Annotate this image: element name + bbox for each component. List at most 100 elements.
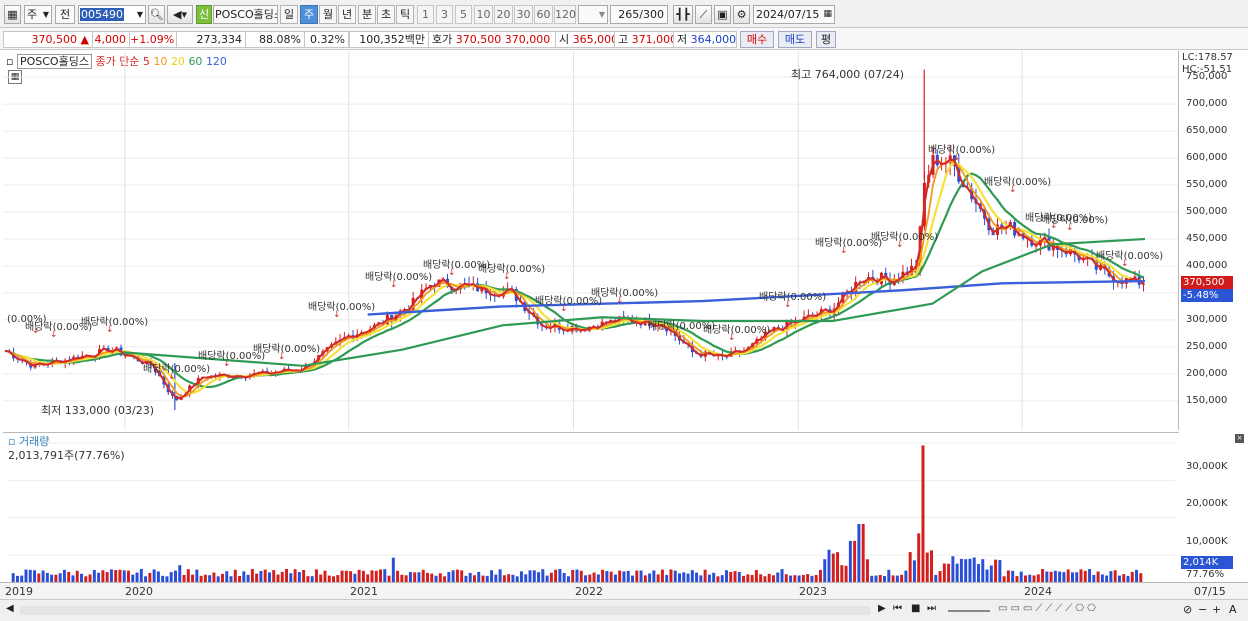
buy-button[interactable]: 매수 bbox=[740, 31, 774, 48]
period-week[interactable]: 주 bbox=[300, 5, 318, 24]
volume-bar bbox=[494, 574, 498, 582]
volume-bar bbox=[455, 569, 459, 582]
volume-bar bbox=[426, 572, 429, 582]
window-menu-icon[interactable]: ▦ bbox=[4, 5, 21, 24]
volume-bar bbox=[178, 565, 182, 582]
current-pct-tag: -5.48% bbox=[1181, 289, 1233, 302]
volume-bar bbox=[109, 569, 113, 582]
interval-30[interactable]: 30 bbox=[514, 5, 533, 24]
volume-bar bbox=[267, 572, 271, 582]
volume-bar bbox=[114, 570, 118, 582]
interval-5[interactable]: 5 bbox=[455, 5, 472, 24]
tool-icons[interactable]: ▭▭▭⟋⟋⟋⟋⎔⎔ bbox=[998, 603, 1099, 614]
zoom-out-icon[interactable]: ⊘ bbox=[1183, 603, 1192, 616]
volume-ratio: 88.08% bbox=[245, 31, 305, 48]
date-field[interactable]: 2024/07/15 ▦ bbox=[753, 5, 835, 24]
volume-bar bbox=[255, 573, 259, 582]
volume-bar bbox=[67, 571, 71, 582]
volume-bar bbox=[904, 570, 908, 582]
volume-bar bbox=[413, 572, 417, 582]
dividend-arrow-icon: ↓ bbox=[390, 280, 398, 290]
interval-60[interactable]: 60 bbox=[534, 5, 553, 24]
sell-button[interactable]: 매도 bbox=[778, 31, 812, 48]
close-icon[interactable]: × bbox=[1235, 434, 1244, 443]
period-second[interactable]: 초 bbox=[377, 5, 395, 24]
interval-3[interactable]: 3 bbox=[436, 5, 453, 24]
volume-chart[interactable] bbox=[3, 432, 1179, 582]
interval-120[interactable]: 120 bbox=[554, 5, 576, 24]
eval-button[interactable]: 평 bbox=[816, 31, 836, 48]
interval-1[interactable]: 1 bbox=[417, 5, 434, 24]
volume-bar bbox=[58, 573, 62, 582]
volume-bar bbox=[848, 540, 852, 582]
volume-bar bbox=[502, 575, 506, 582]
volume-bar bbox=[955, 563, 959, 582]
stop-icon[interactable]: ■ bbox=[911, 603, 920, 614]
save-icon[interactable]: ▣ bbox=[714, 5, 731, 24]
volume-bar bbox=[24, 569, 28, 582]
count-field[interactable]: 265/300 bbox=[610, 5, 668, 24]
gear-icon[interactable]: ⚙ bbox=[733, 5, 750, 24]
period-minute[interactable]: 분 bbox=[358, 5, 376, 24]
volume-bar bbox=[1083, 570, 1087, 582]
interval-20[interactable]: 20 bbox=[494, 5, 513, 24]
volume-bar bbox=[947, 563, 951, 582]
quote-row: 370,500 ▲ 4,000 +1.09% 273,334 88.08% 0.… bbox=[0, 28, 1248, 50]
font-size-icon[interactable]: A bbox=[1229, 603, 1237, 616]
minus-icon[interactable]: − bbox=[1198, 603, 1207, 616]
volume-bar bbox=[648, 573, 652, 582]
volume-bar bbox=[857, 524, 861, 582]
change-percent: +1.09% bbox=[129, 31, 177, 48]
volume-bar bbox=[737, 571, 741, 582]
scroll-left-icon[interactable]: ◀ bbox=[6, 603, 14, 614]
rewind-icon[interactable]: ⏮ bbox=[893, 603, 902, 614]
dividend-label: 배당락(0.00%) bbox=[143, 364, 211, 375]
volume-bar bbox=[712, 572, 716, 582]
volume-bar bbox=[725, 570, 728, 582]
period-month[interactable]: 월 bbox=[319, 5, 337, 24]
scrollbar-track[interactable] bbox=[20, 606, 870, 615]
draw-tool-icon[interactable]: ⟋ bbox=[695, 5, 712, 24]
dividend-label: 배당락(0.00%) bbox=[703, 325, 771, 336]
volume-bar bbox=[754, 570, 758, 582]
volume-bar bbox=[408, 572, 412, 582]
search-icon[interactable]: 🔍︎ bbox=[148, 5, 165, 24]
forward-icon[interactable]: ⏭ bbox=[927, 603, 936, 614]
volume-cell: 273,334 bbox=[176, 31, 246, 48]
volume-bar bbox=[1096, 571, 1100, 582]
volume-bar bbox=[925, 552, 929, 582]
candle-type-icon[interactable]: ┫┣ bbox=[673, 5, 693, 24]
volume-bar bbox=[575, 569, 579, 582]
calendar-icon[interactable]: ▦ bbox=[823, 6, 832, 23]
volume-bar bbox=[1113, 570, 1117, 582]
speaker-icon[interactable]: ◀▾ bbox=[167, 5, 193, 24]
volume-bar bbox=[88, 574, 92, 582]
scroll-right-icon[interactable]: ▶ bbox=[878, 603, 886, 614]
interval-select[interactable]: ▼ bbox=[578, 5, 608, 24]
prev-button[interactable]: 전 bbox=[55, 5, 75, 24]
vol-tick-30000k: 30,000K bbox=[1186, 461, 1228, 472]
period-year[interactable]: 년 bbox=[338, 5, 356, 24]
volume-bar bbox=[827, 549, 831, 582]
market-select[interactable]: 주 ▼ bbox=[24, 5, 52, 24]
volume-bar bbox=[289, 573, 293, 582]
volume-bar bbox=[212, 572, 216, 582]
price-tick: 450,000 bbox=[1186, 233, 1228, 244]
volume-bar bbox=[37, 573, 41, 582]
volume-bar bbox=[173, 570, 177, 582]
volume-bar bbox=[549, 572, 553, 582]
interval-10[interactable]: 10 bbox=[474, 5, 493, 24]
stock-name-field[interactable]: POSCO홀딩스 bbox=[213, 5, 278, 24]
volume-bar bbox=[11, 573, 15, 582]
stock-code-input[interactable]: 005490 ▼ bbox=[78, 5, 146, 24]
price-tick: 550,000 bbox=[1186, 179, 1228, 190]
period-day[interactable]: 일 bbox=[280, 5, 298, 24]
volume-bar bbox=[182, 574, 186, 582]
high-value: 371,000 bbox=[631, 33, 678, 46]
volume-bar bbox=[951, 556, 955, 582]
volume-bar bbox=[613, 574, 617, 582]
plus-icon[interactable]: + bbox=[1212, 603, 1221, 616]
zoom-slider[interactable] bbox=[948, 610, 990, 612]
period-tick[interactable]: 틱 bbox=[396, 5, 414, 24]
volume-bar bbox=[45, 572, 49, 582]
